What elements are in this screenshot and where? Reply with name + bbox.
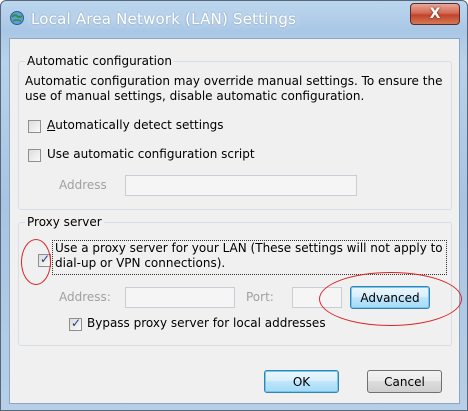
proxy-address-input[interactable] xyxy=(125,287,235,308)
close-button[interactable]: X xyxy=(410,3,460,25)
detect-settings-checkbox[interactable] xyxy=(28,120,41,133)
detect-settings-label-text: utomatically detect settings xyxy=(55,118,224,132)
use-proxy-label-line2[interactable]: dial-up or VPN connections). xyxy=(55,256,225,270)
script-address-label: Address xyxy=(59,178,107,192)
automatic-configuration-group: Automatic configuration Automatic config… xyxy=(18,54,452,210)
use-script-label[interactable]: Use automatic configuration script xyxy=(47,147,255,161)
bypass-local-label[interactable]: Bypass proxy server for local addresses xyxy=(87,316,326,330)
bypass-local-checkbox[interactable] xyxy=(69,316,82,331)
window-title: Local Area Network (LAN) Settings xyxy=(31,10,297,28)
title-bar[interactable]: Local Area Network (LAN) Settings X xyxy=(1,1,467,37)
proxy-port-label: Port: xyxy=(246,290,274,304)
annotation-circle-advanced xyxy=(319,272,462,326)
ok-button[interactable]: OK xyxy=(264,370,339,393)
proxy-server-title: Proxy server xyxy=(25,215,104,229)
dialog-body: Automatic configuration Automatic config… xyxy=(9,38,460,404)
internet-options-icon xyxy=(10,11,24,25)
automatic-configuration-title: Automatic configuration xyxy=(25,54,174,68)
proxy-address-label: Address: xyxy=(59,290,111,304)
close-icon: X xyxy=(429,6,441,22)
use-script-checkbox[interactable] xyxy=(28,149,41,162)
annotation-circle-checkbox xyxy=(21,239,51,285)
lan-settings-dialog: Local Area Network (LAN) Settings X Auto… xyxy=(0,0,468,411)
detect-settings-label[interactable]: Automatically detect settings xyxy=(47,118,224,132)
cancel-button[interactable]: Cancel xyxy=(367,370,442,393)
use-proxy-label-line1[interactable]: Use a proxy server for your LAN (These s… xyxy=(55,241,443,255)
script-address-input[interactable] xyxy=(125,175,357,196)
automatic-configuration-description: Automatic configuration may override man… xyxy=(25,74,443,103)
